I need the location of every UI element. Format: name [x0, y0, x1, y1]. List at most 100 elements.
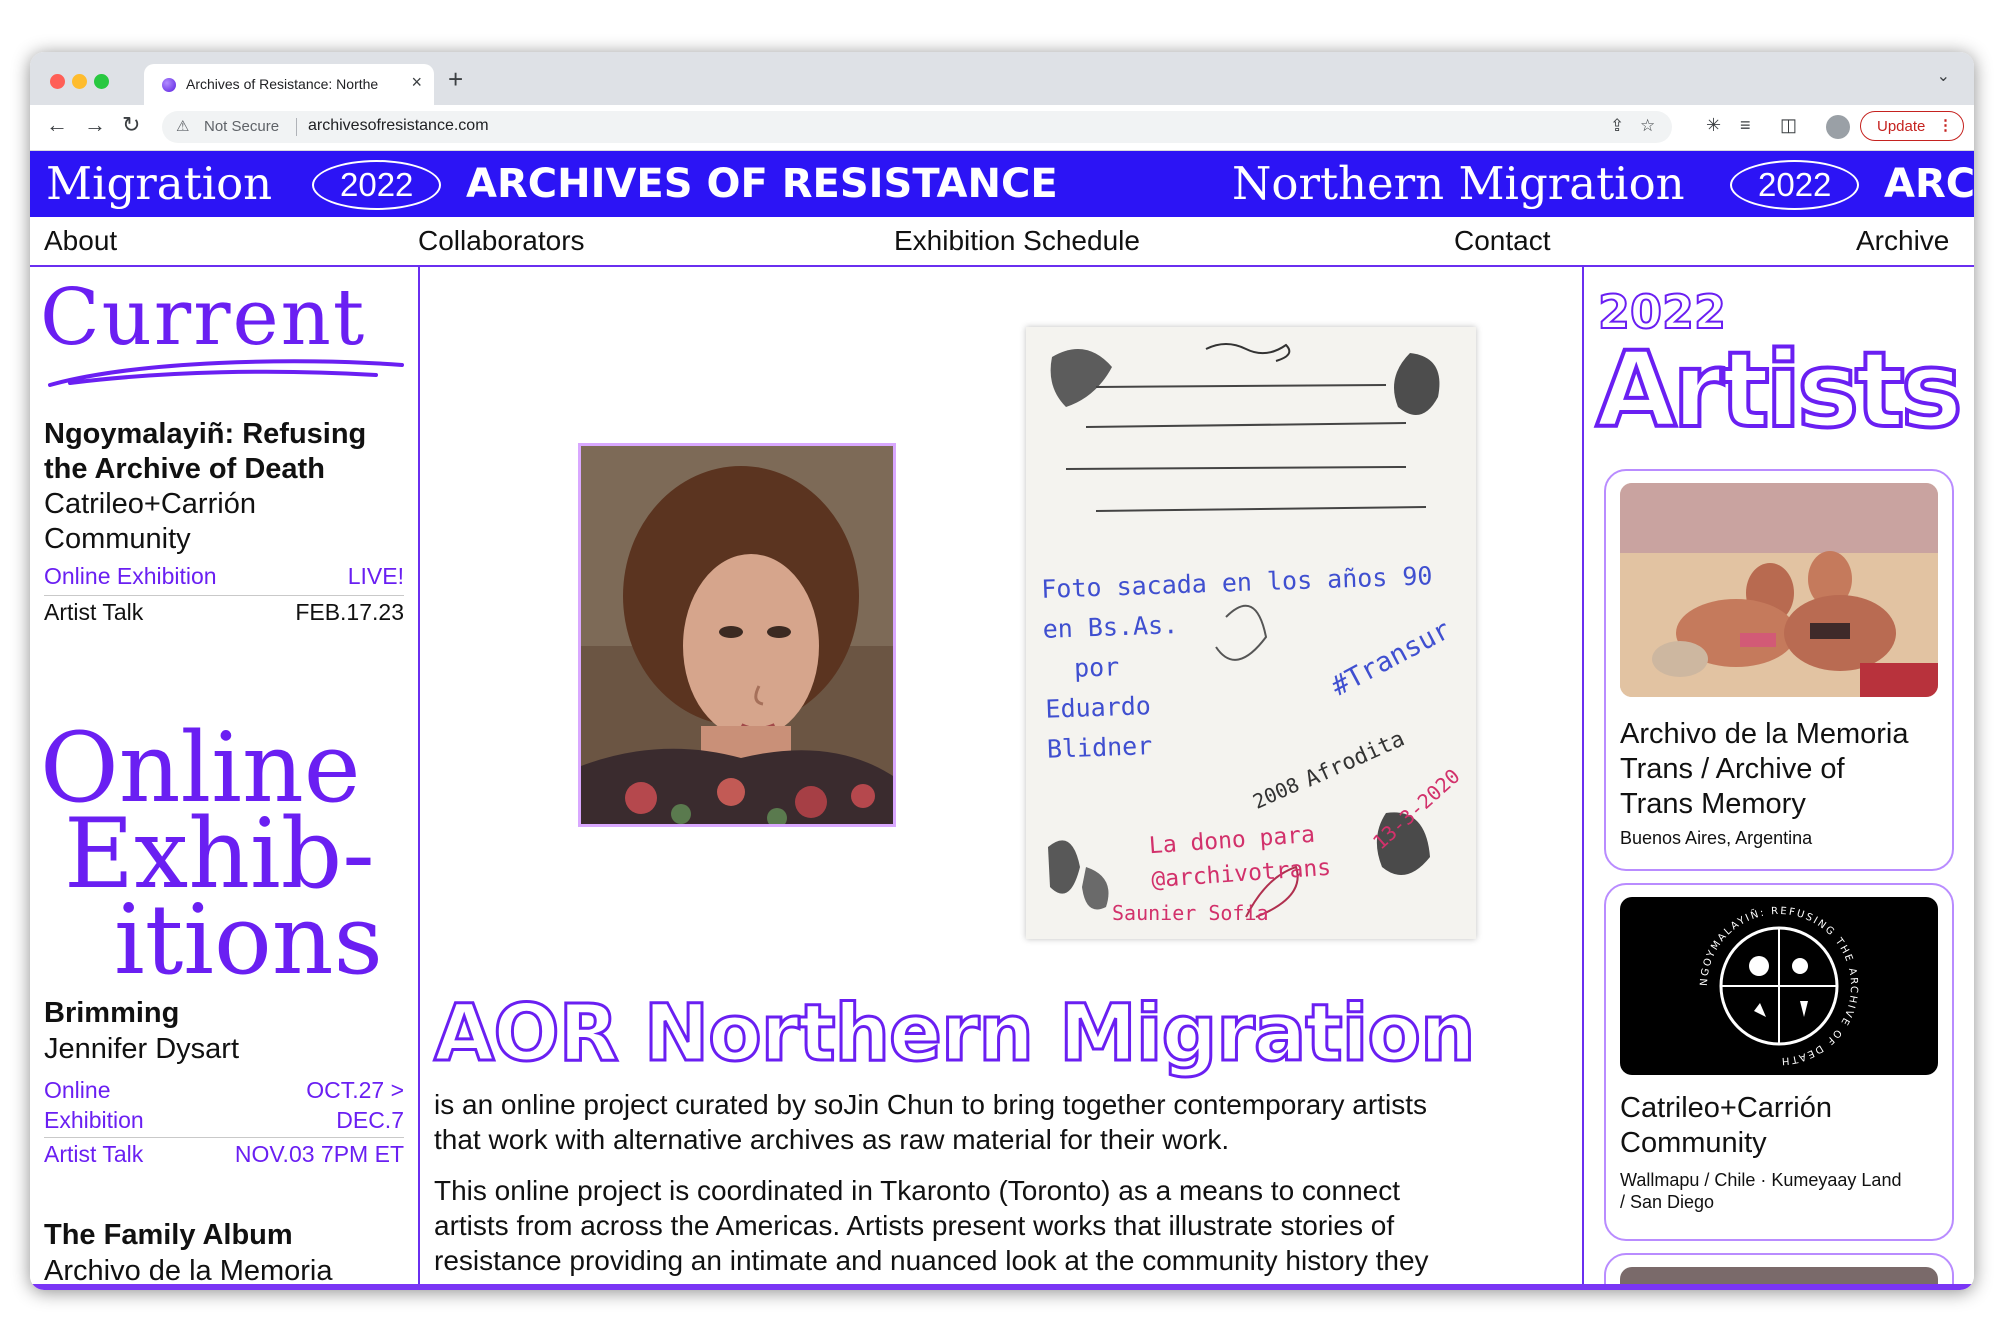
- circular-seal-logo-icon: NGOYMALAYIÑ: REFUSING THE ARCHIVE OF DEA…: [1699, 906, 1857, 1066]
- artist-card-title: Catrileo+Carrión Community: [1620, 1091, 1832, 1161]
- extensions-icon[interactable]: ✳: [1706, 115, 1721, 136]
- row-label: Online Exhibition: [44, 563, 217, 589]
- card-title-line: Trans Memory: [1620, 788, 1806, 820]
- card-location-line: / San Diego: [1620, 1192, 1715, 1212]
- card-title-line: Archivo de la Memoria: [1620, 718, 1909, 750]
- row-label: Artist Talk: [44, 599, 144, 625]
- row-label-line: Exhibition: [44, 1107, 144, 1133]
- update-label: Update: [1877, 118, 1926, 135]
- artists-sidebar: 2022 Artists Archivo de la Memoria Trans…: [1582, 267, 1974, 1290]
- row-label: Online Exhibition: [44, 1075, 144, 1135]
- warning-icon[interactable]: ⚠: [176, 117, 189, 135]
- more-menu-icon[interactable]: ⋮: [1938, 116, 1953, 134]
- nav-exhibition-schedule[interactable]: Exhibition Schedule: [894, 225, 1140, 257]
- banner-year-pill: 2022: [312, 160, 442, 210]
- page-bottom-bar: [30, 1284, 1974, 1290]
- browser-tab[interactable]: Archives of Resistance: Northe ×: [144, 64, 434, 105]
- scrolling-banner: Migration 2022 ARCHIVES OF RESISTANCE No…: [30, 151, 1974, 217]
- current-heading: Current: [40, 273, 367, 363]
- nav-about[interactable]: About: [44, 225, 117, 257]
- tab-bar: Archives of Resistance: Northe × + ⌄: [30, 52, 1974, 105]
- banner-site-title[interactable]: ARC: [1884, 151, 1974, 217]
- artist-card-photo: [1620, 483, 1938, 697]
- nav-contact[interactable]: Contact: [1454, 225, 1551, 257]
- address-divider: [296, 118, 297, 136]
- exhibition-artist: Jennifer Dysart: [44, 1033, 240, 1065]
- profile-avatar-icon[interactable]: [1826, 115, 1850, 139]
- new-tab-icon[interactable]: +: [448, 64, 463, 95]
- reload-icon[interactable]: ↻: [122, 112, 140, 138]
- back-icon[interactable]: ←: [46, 112, 68, 138]
- online-exhibition-row[interactable]: Online Exhibition OCT.27 > DEC.7: [44, 1075, 404, 1138]
- banner-text: Migration: [46, 157, 273, 210]
- forward-icon[interactable]: →: [84, 112, 106, 138]
- browser-window: Archives of Resistance: Northe × + ⌄ ← →…: [30, 52, 1974, 1290]
- intro-paragraph: is an online project curated by soJin Ch…: [434, 1087, 1564, 1157]
- banner-site-title[interactable]: ARCHIVES OF RESISTANCE: [466, 151, 1058, 217]
- online-exhibitions-heading: Online Exhib- itions: [40, 720, 410, 988]
- minimize-window-icon[interactable]: [72, 74, 87, 89]
- main-heading: AOR Northern Migration: [433, 988, 1478, 1081]
- exhibition-title[interactable]: The Family Album: [44, 1219, 293, 1252]
- security-label[interactable]: Not Secure: [204, 118, 279, 135]
- current-artist-line: Catrileo+Carrión: [44, 488, 256, 520]
- note-dedication: La dono para @archivotrans: [1148, 817, 1332, 897]
- maximize-window-icon[interactable]: [94, 74, 109, 89]
- artist-talk-row[interactable]: Artist Talk NOV.03 7PM ET: [44, 1141, 404, 1173]
- reading-list-icon[interactable]: ≡: [1740, 115, 1751, 136]
- tab-close-icon[interactable]: ×: [411, 72, 422, 93]
- beach-photo-image: [1620, 483, 1938, 697]
- current-online-exhibition-row[interactable]: Online Exhibition LIVE!: [44, 563, 404, 596]
- web-page: Migration 2022 ARCHIVES OF RESISTANCE No…: [30, 151, 1974, 1290]
- current-title-line: Ngoymalayiñ: Refusing: [44, 418, 367, 450]
- paragraph-line: resistance providing an intimate and nua…: [434, 1245, 1429, 1276]
- paragraph-line: artists from across the Americas. Artist…: [434, 1210, 1395, 1241]
- url-text[interactable]: archivesofresistance.com: [308, 117, 489, 135]
- card-title-line: Community: [1620, 1127, 1767, 1159]
- banner-year-pill: 2022: [1730, 160, 1860, 210]
- exhibition-title[interactable]: Brimming: [44, 997, 179, 1030]
- tab-search-icon[interactable]: ⌄: [1937, 66, 1950, 86]
- bookmark-star-icon[interactable]: ☆: [1640, 116, 1655, 136]
- card-title-line: Trans / Archive of: [1620, 753, 1845, 785]
- main-content: Foto sacada en los años 90 en Bs.As. por…: [420, 267, 1582, 1290]
- left-sidebar: Current Ngoymalayiñ: Refusing the Archiv…: [30, 267, 420, 1290]
- card-location-line: Wallmapu / Chile · Kumeyaay Land: [1620, 1170, 1902, 1190]
- current-exhibition-title[interactable]: Ngoymalayiñ: Refusing the Archive of Dea…: [44, 417, 366, 487]
- browser-toolbar: ← → ↻ ⚠ Not Secure archivesofresistance.…: [30, 105, 1974, 151]
- side-panel-icon[interactable]: ◫: [1780, 115, 1797, 136]
- current-artist-talk-row[interactable]: Artist Talk FEB.17.23: [44, 599, 404, 631]
- artist-card-title: Archivo de la Memoria Trans / Archive of…: [1620, 717, 1909, 822]
- row-date: FEB.17.23: [295, 599, 404, 625]
- site-navigation: About Collaborators Exhibition Schedule …: [30, 217, 1974, 267]
- artist-card-location: Wallmapu / Chile · Kumeyaay Land / San D…: [1620, 1169, 1901, 1213]
- row-label-line: Online: [44, 1077, 111, 1103]
- tab-title: Archives of Resistance: Northe: [186, 76, 379, 92]
- paragraph-line: This online project is coordinated in Tk…: [434, 1175, 1400, 1206]
- nav-archive[interactable]: Archive: [1856, 225, 1949, 257]
- current-title-line: the Archive of Death: [44, 453, 325, 485]
- site-favicon-icon: [162, 78, 176, 92]
- row-date: OCT.27 > DEC.7: [306, 1075, 404, 1135]
- row-label: Artist Talk: [44, 1141, 144, 1167]
- artists-heading: Artists: [1594, 327, 1965, 453]
- paragraph-line: is an online project curated by soJin Ch…: [434, 1089, 1427, 1120]
- paragraph-line: that work with alternative archives as r…: [434, 1124, 1230, 1155]
- portrait-photo[interactable]: [578, 443, 896, 827]
- note-name: Saunier Sofia: [1112, 901, 1269, 925]
- artist-card-logo: NGOYMALAYIÑ: REFUSING THE ARCHIVE OF DEA…: [1620, 897, 1938, 1075]
- live-badge: LIVE!: [347, 563, 404, 589]
- update-button[interactable]: Update ⋮: [1860, 111, 1964, 141]
- current-exhibition-artist: Catrileo+Carrión Community: [44, 487, 256, 557]
- artist-card[interactable]: Archivo de la Memoria Trans / Archive of…: [1604, 469, 1954, 871]
- close-window-icon[interactable]: [50, 74, 65, 89]
- row-date-line: DEC.7: [336, 1107, 404, 1133]
- nav-collaborators[interactable]: Collaborators: [418, 225, 585, 257]
- handwritten-note-image[interactable]: Foto sacada en los años 90 en Bs.As. por…: [1026, 327, 1476, 939]
- portrait-image: [581, 446, 893, 824]
- address-bar[interactable]: ⚠ Not Secure archivesofresistance.com ⇪ …: [162, 111, 1672, 143]
- current-artist-line: Community: [44, 523, 191, 555]
- artist-card[interactable]: NGOYMALAYIÑ: REFUSING THE ARCHIVE OF DEA…: [1604, 883, 1954, 1241]
- row-date-line: OCT.27 >: [306, 1077, 404, 1103]
- share-icon[interactable]: ⇪: [1610, 116, 1624, 136]
